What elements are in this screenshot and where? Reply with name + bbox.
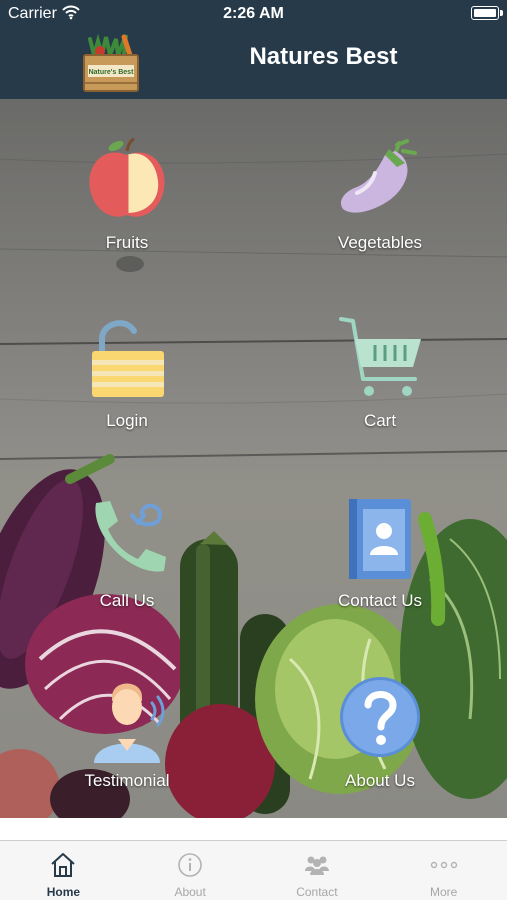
cart-tile[interactable]: Cart — [280, 315, 480, 465]
tab-about-label: About — [174, 885, 206, 899]
testimonial-tile[interactable]: Testimonial — [27, 675, 227, 818]
about-us-tile[interactable]: About Us — [280, 675, 480, 818]
more-dots-icon — [430, 861, 457, 869]
tab-home-label: Home — [46, 885, 81, 899]
tab-bar: Home About Contact More — [0, 840, 507, 900]
login-tile[interactable]: Login — [27, 315, 227, 465]
tab-contact-label: Contact — [296, 885, 338, 899]
vegetables-label: Vegetables — [337, 233, 423, 252]
phone-icon — [95, 501, 166, 572]
person-speaking-icon — [94, 683, 165, 763]
question-icon — [340, 677, 420, 757]
natures-best-logo: Nature's Best — [83, 33, 139, 92]
login-label: Login — [106, 411, 148, 430]
svg-text:Nature's Best: Nature's Best — [89, 69, 135, 76]
content-spacer — [0, 818, 507, 840]
status-time: 2:26 AM — [223, 5, 284, 22]
contact-us-tile[interactable]: Contact Us — [280, 495, 480, 645]
cart-icon — [339, 317, 421, 396]
cart-label: Cart — [363, 411, 397, 430]
home-grid-background: Fruits Vegetables Login Cart Call Us Con… — [0, 99, 507, 818]
testimonial-label: Testimonial — [84, 771, 170, 790]
call-us-tile[interactable]: Call Us — [27, 495, 227, 645]
info-icon — [178, 853, 202, 877]
tab-more[interactable]: More — [380, 841, 507, 900]
fruits-tile[interactable]: Fruits — [27, 137, 227, 287]
tab-contact[interactable]: Contact — [254, 841, 381, 900]
tab-about[interactable]: About — [127, 841, 254, 900]
people-icon — [304, 856, 329, 875]
call-us-label: Call Us — [99, 591, 155, 610]
status-bar: Carrier 2:26 AM — [0, 0, 507, 27]
nav-bar: Nature's Best Natures Best — [0, 27, 507, 99]
about-us-label: About Us — [345, 771, 415, 790]
fruits-label: Fruits — [105, 233, 149, 252]
contact-book-icon — [349, 499, 411, 579]
tab-more-label: More — [429, 885, 458, 899]
padlock-icon — [92, 320, 164, 397]
page-title: Natures Best — [249, 43, 398, 70]
tab-home[interactable]: Home — [0, 841, 127, 900]
home-icon — [51, 853, 76, 877]
eggplant-icon — [340, 139, 417, 213]
vegetables-tile[interactable]: Vegetables — [280, 137, 480, 287]
contact-us-label: Contact Us — [337, 591, 423, 610]
battery-icon — [471, 6, 503, 20]
apple-icon — [89, 137, 165, 217]
